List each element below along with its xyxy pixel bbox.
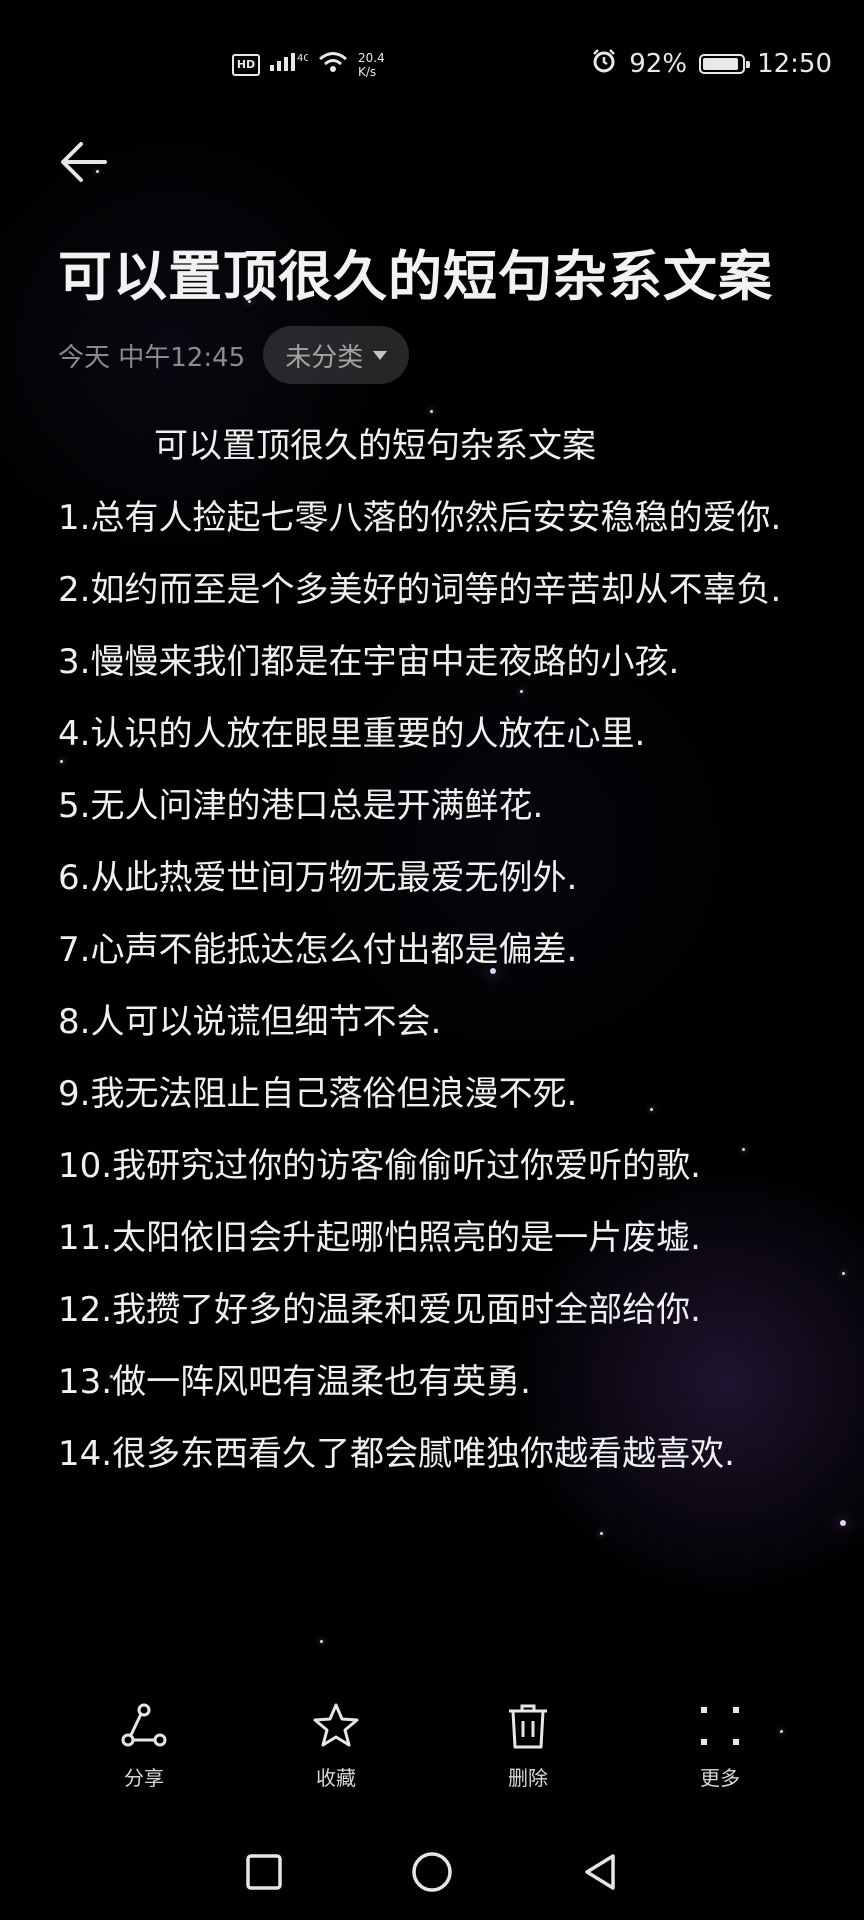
share-icon [118, 1700, 170, 1752]
note-date: 今天 中午12:45 [58, 342, 246, 373]
note-line: 9.我无法阻止自己落俗但浪漫不死. [58, 1074, 578, 1114]
network-speed-unit: K/s [358, 64, 377, 79]
more-button[interactable]: 更多 [660, 1700, 780, 1791]
category-dropdown[interactable]: 未分类 [263, 326, 410, 384]
system-back-button[interactable] [568, 1840, 632, 1904]
note-line: 10.我研究过你的访客偷偷听过你爱听的歌. [58, 1146, 701, 1186]
home-icon [412, 1852, 452, 1892]
caret-down-icon [373, 350, 388, 360]
delete-label: 删除 [508, 1766, 548, 1790]
network-speed-value: 20.4 [358, 50, 385, 65]
back-button[interactable] [52, 130, 116, 194]
note-line: 3.慢慢来我们都是在宇宙中走夜路的小孩. [58, 642, 680, 682]
note-line: 2.如约而至是个多美好的词等的辛苦却从不辜负. [58, 570, 782, 610]
note-line: 13.做一阵风吧有温柔也有英勇. [58, 1362, 531, 1402]
trash-icon [502, 1700, 554, 1752]
share-label: 分享 [124, 1766, 164, 1790]
system-nav-bar [0, 1836, 864, 1908]
recent-apps-button[interactable] [232, 1840, 296, 1904]
status-left-group: HD 4G 20.4 K/s [232, 50, 385, 79]
note-line: 5.无人问津的港口总是开满鲜花. [58, 786, 544, 826]
note-line: 11.太阳依旧会升起哪怕照亮的是一片废墟. [58, 1218, 701, 1258]
note-meta: 今天 中午12:45 未分类 [58, 326, 410, 384]
note-line: 12.我攒了好多的温柔和爱见面时全部给你. [58, 1290, 701, 1330]
delete-button[interactable]: 删除 [468, 1700, 588, 1791]
share-button[interactable]: 分享 [84, 1700, 204, 1791]
bottom-toolbar: 分享 收藏 删除 更多 [0, 1700, 864, 1818]
notes-app-screen: HD 4G 20.4 K/s 92% 12:50 可以置顶很久的短句杂系文案 今… [0, 0, 864, 1920]
note-line: 8.人可以说谎但细节不会. [58, 1002, 442, 1042]
note-line: 7.心声不能抵达怎么付出都是偏差. [58, 930, 578, 970]
alarm-icon [591, 48, 617, 79]
more-label: 更多 [700, 1766, 740, 1790]
star-icon [310, 1700, 362, 1752]
note-title: 可以置顶很久的短句杂系文案 [58, 245, 773, 308]
home-button[interactable] [400, 1840, 464, 1904]
favorite-button[interactable]: 收藏 [276, 1700, 396, 1791]
more-dots-icon [694, 1700, 746, 1752]
note-line: 4.认识的人放在眼里重要的人放在心里. [58, 714, 646, 754]
note-body-heading: 可以置顶很久的短句杂系文案 [154, 426, 596, 466]
status-right-group: 92% 12:50 [591, 48, 832, 79]
signal-icon: 4G [270, 51, 311, 78]
back-arrow-icon [61, 142, 107, 182]
note-body[interactable]: 可以置顶很久的短句杂系文案 1.总有人捡起七零八落的你然后安安稳稳的爱你. 2.… [58, 410, 818, 1490]
back-triangle-icon [585, 1854, 615, 1890]
favorite-label: 收藏 [316, 1766, 356, 1790]
note-line: 6.从此热爱世间万物无最爱无例外. [58, 858, 578, 898]
recent-apps-icon [246, 1854, 282, 1890]
battery-level [703, 57, 739, 70]
wifi-icon [318, 50, 348, 79]
svg-text:4G: 4G [297, 53, 308, 64]
battery-icon [699, 53, 751, 74]
note-line: 14.很多东西看久了都会腻唯独你越看越喜欢. [58, 1434, 735, 1474]
network-speed: 20.4 K/s [358, 51, 385, 79]
clock: 12:50 [757, 48, 832, 79]
note-line: 1.总有人捡起七零八落的你然后安安稳稳的爱你. [58, 498, 782, 538]
hd-icon: HD [232, 53, 260, 76]
battery-percent: 92% [629, 48, 688, 79]
category-label: 未分类 [285, 342, 364, 373]
status-bar: HD 4G 20.4 K/s 92% 12:50 [0, 38, 864, 94]
